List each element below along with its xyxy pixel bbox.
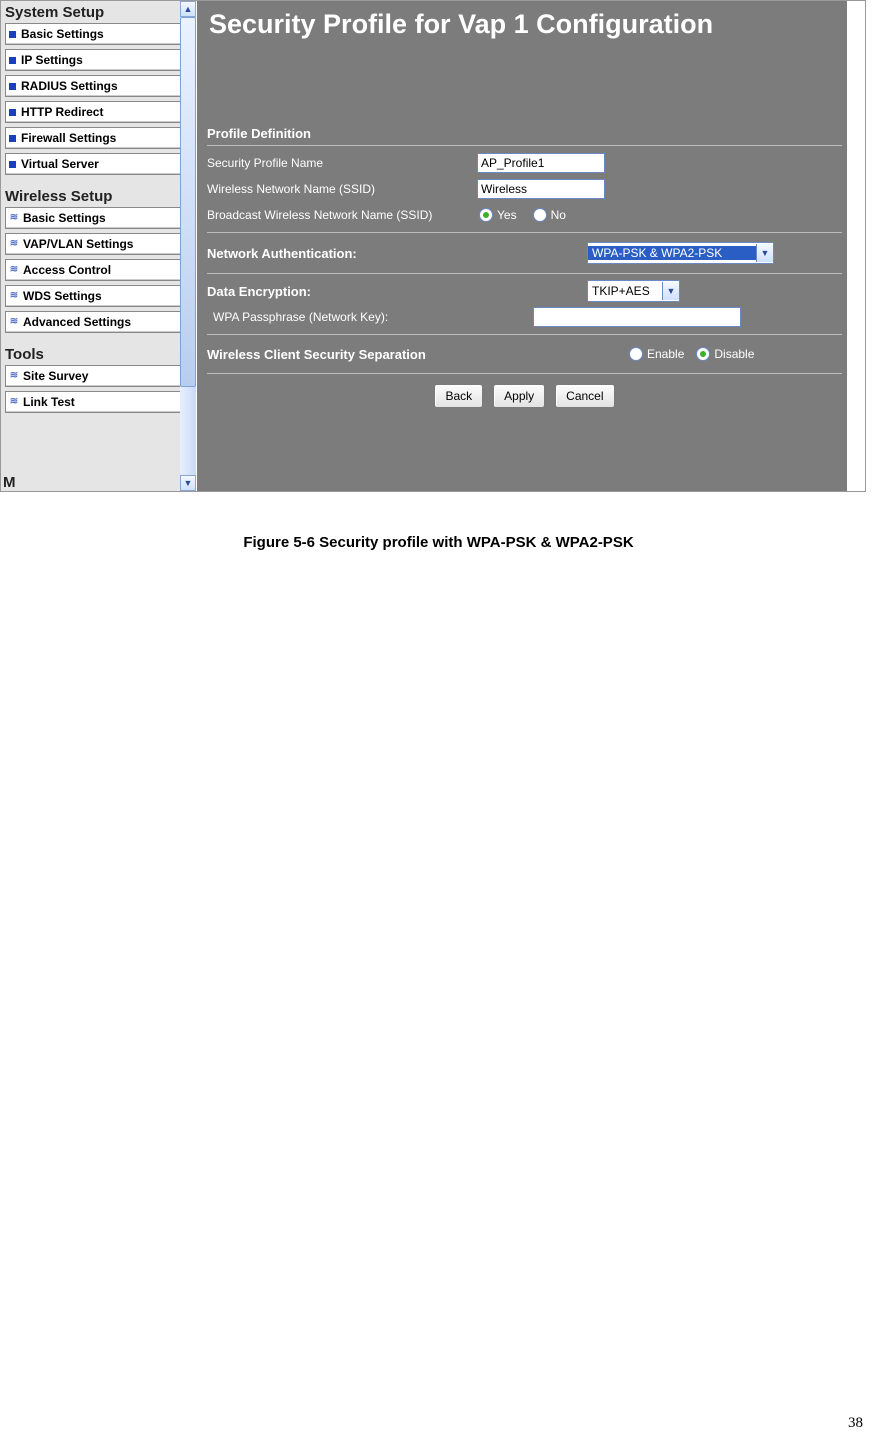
nav-link-test[interactable]: ≋ Link Test (5, 391, 192, 413)
nav-label: HTTP Redirect (21, 102, 103, 122)
nav-w-wds[interactable]: ≋ WDS Settings (5, 285, 192, 307)
sidebar-scrollbar[interactable]: ▲ ▼ (180, 1, 196, 491)
radio-broadcast-no[interactable] (533, 208, 547, 222)
nav-label: Advanced Settings (23, 312, 131, 332)
label-broadcast-ssid: Broadcast Wireless Network Name (SSID) (207, 208, 477, 222)
nav-label: Virtual Server (21, 154, 99, 174)
divider (207, 273, 842, 274)
radio-label-no: No (551, 208, 566, 222)
nav-w-basic[interactable]: ≋ Basic Settings (5, 207, 192, 229)
section-network-auth: Network Authentication: (207, 246, 587, 261)
square-bullet-icon (9, 161, 16, 168)
nav-firewall-settings[interactable]: Firewall Settings (5, 127, 192, 149)
page-number: 38 (848, 1415, 863, 1432)
radio-label-enable: Enable (647, 347, 684, 361)
section-client-separation: Wireless Client Security Separation (207, 347, 627, 362)
square-bullet-icon (9, 109, 16, 116)
wifi-icon: ≋ (9, 371, 19, 381)
nav-basic-settings[interactable]: Basic Settings (5, 23, 192, 45)
sidebar-truncated-section: M (3, 474, 16, 491)
nav-label: Link Test (23, 392, 75, 412)
nav-w-advanced[interactable]: ≋ Advanced Settings (5, 311, 192, 333)
radio-sep-enable[interactable] (629, 347, 643, 361)
figure-caption: Figure 5-6 Security profile with WPA-PSK… (0, 534, 877, 551)
wifi-icon: ≋ (9, 213, 19, 223)
apply-button[interactable]: Apply (493, 384, 545, 408)
wifi-icon: ≋ (9, 317, 19, 327)
screenshot-frame: System Setup Basic Settings IP Settings … (0, 0, 866, 492)
button-label: Cancel (566, 389, 603, 403)
nav-label: Basic Settings (23, 208, 106, 228)
select-value: WPA-PSK & WPA2-PSK (588, 246, 756, 260)
input-profile-name[interactable] (477, 153, 605, 173)
square-bullet-icon (9, 135, 16, 142)
wifi-icon: ≋ (9, 397, 19, 407)
nav-label: IP Settings (21, 50, 83, 70)
nav-ip-settings[interactable]: IP Settings (5, 49, 192, 71)
radio-label-disable: Disable (714, 347, 754, 361)
chevron-down-icon: ▼ (756, 244, 773, 262)
divider (207, 334, 842, 335)
divider (207, 373, 842, 374)
sidebar-section-wireless: Wireless Setup (1, 185, 196, 207)
nav-http-redirect[interactable]: HTTP Redirect (5, 101, 192, 123)
content-pane: Security Profile for Vap 1 Configuration… (197, 1, 847, 491)
nav-label: WDS Settings (23, 286, 102, 306)
label-ssid: Wireless Network Name (SSID) (207, 182, 477, 196)
nav-radius-settings[interactable]: RADIUS Settings (5, 75, 192, 97)
nav-w-access[interactable]: ≋ Access Control (5, 259, 192, 281)
label-profile-name: Security Profile Name (207, 156, 477, 170)
input-ssid[interactable] (477, 179, 605, 199)
square-bullet-icon (9, 31, 16, 38)
scroll-thumb[interactable] (180, 17, 196, 387)
radio-sep-disable[interactable] (696, 347, 710, 361)
cancel-button[interactable]: Cancel (555, 384, 614, 408)
chevron-down-icon: ▼ (662, 282, 679, 300)
divider (207, 145, 842, 146)
nav-label: VAP/VLAN Settings (23, 234, 133, 254)
select-value: TKIP+AES (588, 284, 662, 298)
section-data-encryption: Data Encryption: (207, 284, 587, 299)
sidebar-section-tools: Tools (1, 343, 196, 365)
nav-label: Basic Settings (21, 24, 104, 44)
button-label: Back (445, 389, 472, 403)
wifi-icon: ≋ (9, 265, 19, 275)
input-passphrase[interactable] (533, 307, 741, 327)
nav-w-vap[interactable]: ≋ VAP/VLAN Settings (5, 233, 192, 255)
nav-site-survey[interactable]: ≋ Site Survey (5, 365, 192, 387)
back-button[interactable]: Back (434, 384, 483, 408)
nav-label: RADIUS Settings (21, 76, 118, 96)
square-bullet-icon (9, 83, 16, 90)
radio-label-yes: Yes (497, 208, 517, 222)
section-profile-definition: Profile Definition (207, 126, 842, 141)
sidebar-section-system: System Setup (1, 1, 196, 23)
wifi-icon: ≋ (9, 239, 19, 249)
select-data-encryption[interactable]: TKIP+AES ▼ (587, 280, 680, 302)
wifi-icon: ≋ (9, 291, 19, 301)
nav-label: Firewall Settings (21, 128, 116, 148)
page-title: Security Profile for Vap 1 Configuration (197, 1, 847, 52)
nav-virtual-server[interactable]: Virtual Server (5, 153, 192, 175)
button-label: Apply (504, 389, 534, 403)
radio-broadcast-yes[interactable] (479, 208, 493, 222)
divider (207, 232, 842, 233)
scroll-up-icon[interactable]: ▲ (180, 1, 196, 17)
scroll-down-icon[interactable]: ▼ (180, 475, 196, 491)
label-passphrase: WPA Passphrase (Network Key): (207, 310, 533, 324)
sidebar: System Setup Basic Settings IP Settings … (1, 1, 196, 491)
square-bullet-icon (9, 57, 16, 64)
select-network-auth[interactable]: WPA-PSK & WPA2-PSK ▼ (587, 242, 774, 264)
nav-label: Access Control (23, 260, 111, 280)
nav-label: Site Survey (23, 366, 88, 386)
